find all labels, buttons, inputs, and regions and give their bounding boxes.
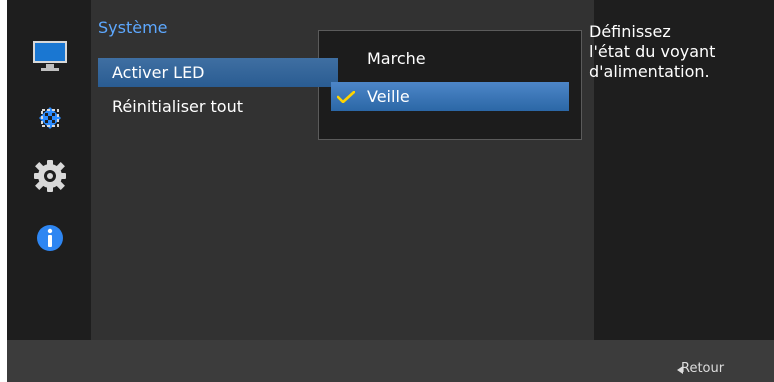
option-marche[interactable]: Marche [331,44,569,73]
description-line: l'état du voyant [589,42,716,61]
option-label: Veille [367,87,410,106]
move-icon[interactable] [27,96,73,140]
menu-item-label: Activer LED [112,63,205,82]
info-icon[interactable] [27,216,73,260]
menu-item-label: Réinitialiser tout [112,97,244,116]
gear-icon[interactable] [27,154,73,198]
option-label: Marche [367,49,426,68]
menu-item-reinitialiser-tout[interactable]: Réinitialiser tout [98,92,338,121]
checkmark-icon [336,88,356,104]
bottom-bar [7,340,774,382]
description-line: d'alimentation. [589,62,710,81]
back-label[interactable]: Retour [681,361,724,376]
sidebar [7,0,91,340]
description-line: Définissez [589,22,671,41]
description-panel: Définissez l'état du voyant d'alimentati… [589,22,769,82]
menu-item-activer-led[interactable]: Activer LED [98,58,338,87]
option-veille[interactable]: Veille [331,82,569,111]
menu-title: Système [98,18,168,37]
monitor-icon[interactable] [27,35,73,79]
